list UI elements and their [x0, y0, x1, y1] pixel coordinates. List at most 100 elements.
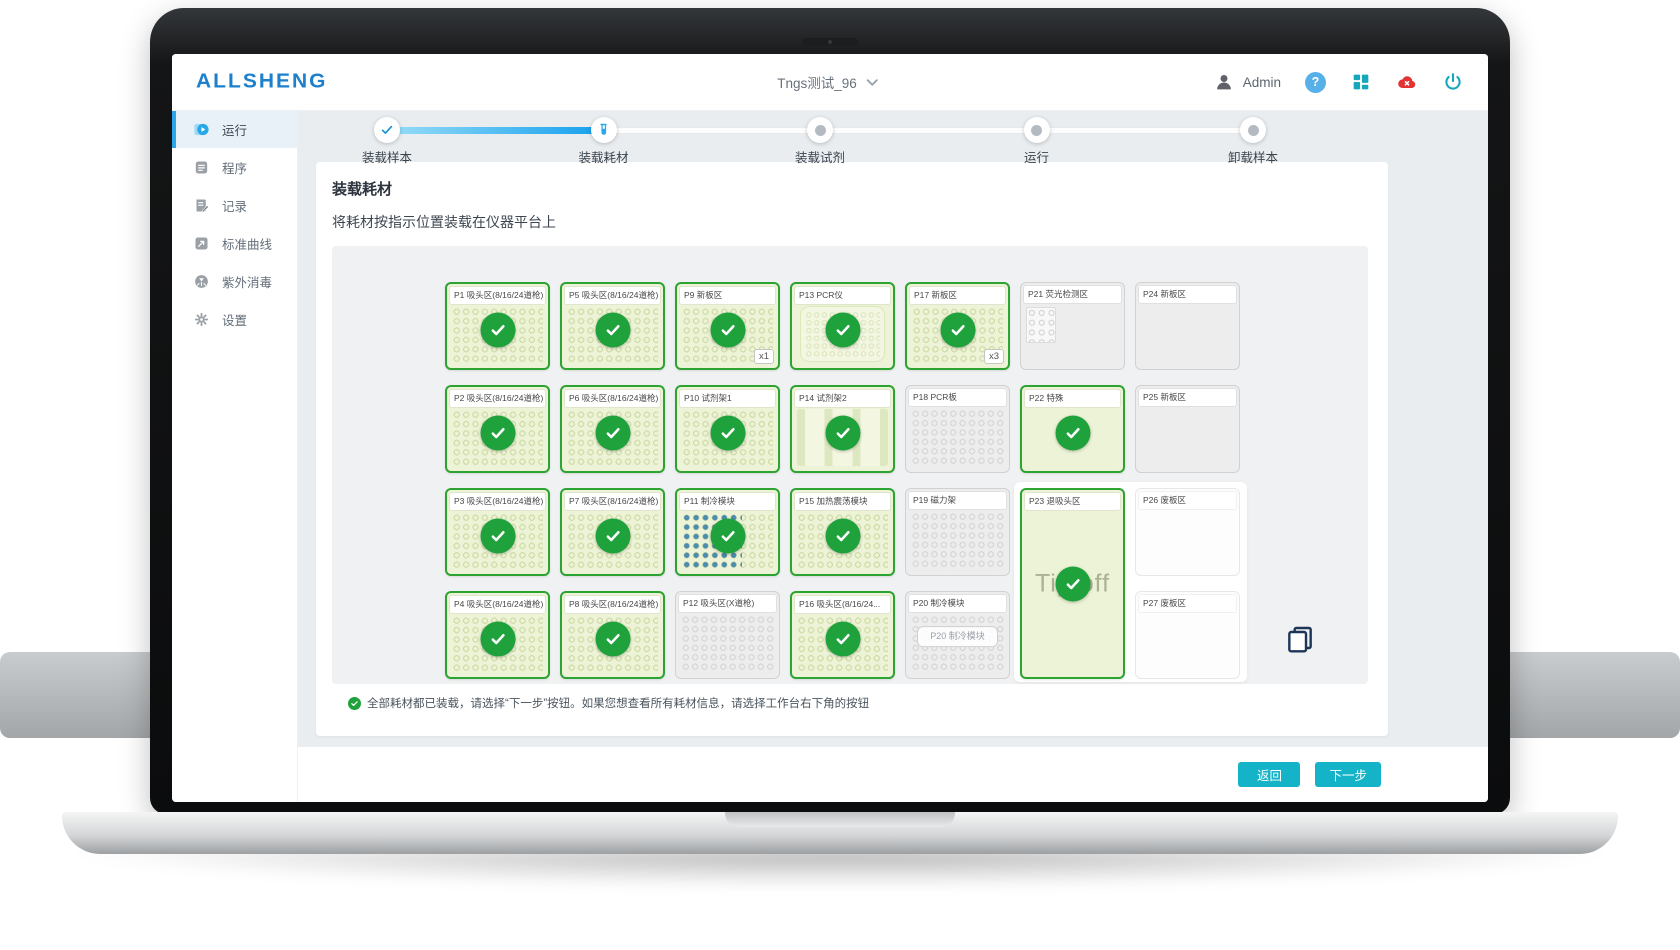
plate-label: P16 吸头区(8/16/24...	[795, 596, 890, 613]
uv-disinfect-icon	[193, 273, 210, 290]
laptop-base-right	[1508, 652, 1680, 738]
plate-P26[interactable]: P26 废板区	[1135, 488, 1240, 576]
sidebar-item-records[interactable]: 记录	[172, 186, 298, 224]
note-text: 全部耗材都已装载，请选择“下一步”按钮。如果您想查看所有耗材信息，请选择工作台右…	[367, 695, 869, 711]
sidebar-label: 记录	[222, 196, 247, 215]
plate-P5[interactable]: P5 吸头区(8/16/24道枪)	[560, 282, 665, 370]
plate-P9[interactable]: P9 新板区 x1	[675, 282, 780, 370]
plate-panel: P1 吸头区(8/16/24道枪) P2 吸头区(8/16/24道枪) P3 吸头区…	[332, 246, 1368, 684]
plate-label: P12 吸头区(X道枪)	[679, 595, 776, 612]
plate-label: P18 PCR板	[909, 389, 1006, 406]
laptop-lid-notch	[725, 812, 955, 827]
plate-P10[interactable]: P10 试剂架1	[675, 385, 780, 473]
plate-P25[interactable]: P25 新板区	[1135, 385, 1240, 473]
plate-P22[interactable]: P22 特殊	[1020, 385, 1125, 473]
step-pending-dot	[1248, 125, 1259, 136]
plate-label: P3 吸头区(8/16/24道枪)	[450, 493, 545, 510]
plate-P15[interactable]: P15 加热震荡模块	[790, 488, 895, 576]
plate-P1[interactable]: P1 吸头区(8/16/24道枪)	[445, 282, 550, 370]
run-title-dropdown[interactable]: Tngs测试_96	[777, 71, 883, 93]
content-area: 装载样本 装载耗材 装载试剂 运行	[298, 110, 1488, 802]
plate-P23[interactable]: P23 退吸头区Tip off	[1020, 488, 1125, 679]
app-window: ALLSHENG Tngs测试_96 Admin ?	[172, 54, 1488, 802]
plate-label: P11 制冷模块	[680, 493, 775, 510]
step-unload-samples[interactable]: 卸载样本	[1183, 117, 1323, 166]
user-menu[interactable]: Admin	[1213, 71, 1281, 93]
loaded-check-icon	[595, 519, 630, 554]
plate-P4[interactable]: P4 吸头区(8/16/24道枪)	[445, 591, 550, 679]
plate-label: P4 吸头区(8/16/24道枪)	[450, 596, 545, 613]
sidebar-item-program[interactable]: 程序	[172, 148, 298, 186]
page-subtitle: 将耗材按指示位置装载在仪器平台上	[332, 212, 1368, 232]
user-icon	[1213, 71, 1235, 93]
step-label: 卸载样本	[1183, 147, 1323, 166]
stepper: 装载样本 装载耗材 装载试剂 运行	[298, 110, 1488, 162]
plate-label: P5 吸头区(8/16/24道枪)	[565, 287, 660, 304]
plate-P20[interactable]: P20 制冷模块P20 制冷模块	[905, 591, 1010, 679]
sidebar-item-uv-disinfect[interactable]: 紫外消毒	[172, 262, 298, 300]
loaded-check-icon	[710, 313, 745, 348]
next-button[interactable]: 下一步	[1315, 762, 1381, 787]
plate-P8[interactable]: P8 吸头区(8/16/24道枪)	[560, 591, 665, 679]
plate-label: P7 吸头区(8/16/24道枪)	[565, 493, 660, 510]
plate-label: P17 新板区	[910, 287, 1005, 304]
plate-P17[interactable]: P17 新板区 x3	[905, 282, 1010, 370]
step-pending-dot	[1031, 125, 1042, 136]
step-load-samples[interactable]: 装载样本	[317, 117, 457, 166]
plate-P18[interactable]: P18 PCR板	[905, 385, 1010, 473]
plate-label: P2 吸头区(8/16/24道枪)	[450, 390, 545, 407]
loaded-check-icon	[825, 416, 860, 451]
step-done-check-icon	[379, 122, 395, 138]
loaded-check-icon	[825, 519, 860, 554]
power-icon[interactable]	[1442, 71, 1464, 93]
step-label: 装载样本	[317, 147, 457, 166]
cloud-offline-icon[interactable]	[1396, 71, 1418, 93]
sidebar-item-settings[interactable]: 设置	[172, 300, 298, 338]
laptop-shadow	[30, 850, 1650, 890]
back-button[interactable]: 返回	[1238, 762, 1300, 787]
step-load-reagents[interactable]: 装载试剂	[750, 117, 890, 166]
apps-grid-icon[interactable]	[1350, 71, 1372, 93]
note-check-icon	[348, 697, 361, 710]
load-consumables-card: 装载耗材 将耗材按指示位置装载在仪器平台上 P1 吸头区(8/16/24道枪)P…	[316, 162, 1388, 736]
loaded-check-icon	[480, 313, 515, 348]
run-play-icon	[193, 121, 210, 138]
step-load-consumables[interactable]: 装载耗材	[534, 117, 674, 166]
plate-P27[interactable]: P27 废板区	[1135, 591, 1240, 679]
plate-P16[interactable]: P16 吸头区(8/16/24...	[790, 591, 895, 679]
plate-label: P19 磁力架	[909, 492, 1006, 509]
sidebar-label: 运行	[222, 120, 247, 139]
records-icon	[193, 197, 210, 214]
plate-P6[interactable]: P6 吸头区(8/16/24道枪)	[560, 385, 665, 473]
plate-P21[interactable]: P21 荧光检测区	[1020, 282, 1125, 370]
consumables-info-button[interactable]	[1284, 624, 1316, 656]
sidebar-label: 设置	[222, 310, 247, 329]
plate-P19[interactable]: P19 磁力架	[905, 488, 1010, 576]
plate-P14[interactable]: P14 试剂架2	[790, 385, 895, 473]
sidebar-item-standard-curve[interactable]: 标准曲线	[172, 224, 298, 262]
plate-label: P23 退吸头区	[1025, 493, 1120, 510]
laptop-mockup: ALLSHENG Tngs测试_96 Admin ?	[0, 0, 1680, 950]
plate-label: P20 制冷模块	[909, 595, 1006, 612]
plate-label: P14 试剂架2	[795, 390, 890, 407]
plate-label: P9 新板区	[680, 287, 775, 304]
sidebar: 运行 程序 记录 标准曲线 紫外消毒	[172, 110, 298, 802]
plate-P3[interactable]: P3 吸头区(8/16/24道枪)	[445, 488, 550, 576]
chevron-down-icon	[861, 71, 883, 93]
plate-P7[interactable]: P7 吸头区(8/16/24道枪)	[560, 488, 665, 576]
well-grid	[681, 615, 774, 673]
plate-P24[interactable]: P24 新板区	[1135, 282, 1240, 370]
brand-logo: ALLSHENG	[196, 71, 328, 94]
step-run[interactable]: 运行	[967, 117, 1107, 166]
plate-P12[interactable]: P12 吸头区(X道枪)	[675, 591, 780, 679]
sidebar-item-run[interactable]: 运行	[172, 110, 298, 148]
loaded-check-icon	[1055, 566, 1090, 601]
plate-P2[interactable]: P2 吸头区(8/16/24道枪)	[445, 385, 550, 473]
plate-P11[interactable]: P11 制冷模块	[675, 488, 780, 576]
loaded-check-icon	[940, 313, 975, 348]
plate-P13[interactable]: P13 PCR仪	[790, 282, 895, 370]
count-badge: x3	[984, 349, 1004, 364]
help-icon[interactable]: ?	[1305, 72, 1326, 93]
loaded-check-icon	[710, 519, 745, 554]
count-badge: x1	[754, 349, 774, 364]
